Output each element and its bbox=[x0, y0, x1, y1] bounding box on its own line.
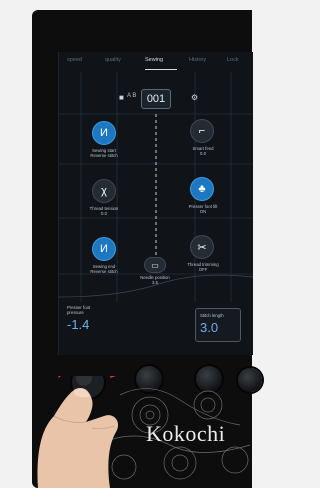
reverse-stitch-icon: И bbox=[100, 243, 108, 255]
presser-foot-pressure-value: -1.4 bbox=[67, 317, 90, 333]
lock-icon[interactable]: ■ bbox=[119, 94, 124, 102]
sewing-start-label: Sewing start Reverse stitch bbox=[90, 148, 118, 159]
hand-turning-knob bbox=[37, 376, 119, 488]
thread-tension-label: Thread tension 0.0 bbox=[89, 206, 119, 217]
thread-trimming-label: Thread trimming OFF bbox=[187, 262, 219, 273]
tab-lock[interactable]: Lock bbox=[227, 57, 239, 63]
tab-speed[interactable]: speed bbox=[67, 57, 82, 63]
stitch-length-box[interactable]: Stitch length 3.0 bbox=[195, 308, 241, 342]
settings-icon[interactable]: ⚙ bbox=[191, 94, 198, 102]
presser-foot-pressure[interactable]: Presser foot pressure -1.4 bbox=[67, 305, 109, 332]
tab-sewing[interactable]: Sewing bbox=[145, 57, 163, 63]
boot-icon: ⌐ bbox=[198, 125, 206, 137]
thread-trimming-button[interactable]: ✂ bbox=[191, 236, 213, 258]
sewing-end-label: Sewing end Reverse stitch bbox=[90, 264, 118, 275]
sewing-end-button[interactable]: И bbox=[93, 238, 115, 260]
needle-position-button[interactable]: ▭ bbox=[145, 258, 165, 272]
active-tab-indicator bbox=[145, 69, 177, 70]
presser-foot-lift-button[interactable]: ♣ bbox=[191, 178, 213, 200]
touchscreen: speed quality Sewing History Lock ■ A B … bbox=[58, 52, 253, 355]
tension-icon: χ bbox=[101, 185, 107, 197]
smart-feed-label: Smart feed 0.0 bbox=[192, 146, 214, 157]
tab-bar: speed quality Sewing History Lock bbox=[59, 57, 253, 71]
stitch-number[interactable]: 001 bbox=[141, 89, 171, 109]
foot-lift-icon: ♣ bbox=[198, 183, 206, 195]
needle-position-label: Needle position 3.5 bbox=[140, 275, 170, 286]
sewing-start-button[interactable]: И bbox=[93, 122, 115, 144]
thread-tension-button[interactable]: χ bbox=[93, 180, 115, 202]
mode-indicator: A B bbox=[127, 93, 137, 99]
smart-feed-button[interactable]: ⌐ bbox=[191, 120, 213, 142]
scissors-icon: ✂ bbox=[197, 241, 207, 254]
stitch-length-value: 3.0 bbox=[200, 320, 219, 335]
tab-quality[interactable]: quality bbox=[105, 57, 121, 63]
reverse-stitch-icon: И bbox=[100, 127, 108, 139]
needle-position-icon: ▭ bbox=[151, 260, 159, 270]
presser-foot-lift-label: Presser foot lift ON bbox=[188, 204, 218, 215]
brand-watermark: Kokochi bbox=[146, 421, 226, 446]
tab-history[interactable]: History bbox=[189, 57, 206, 63]
